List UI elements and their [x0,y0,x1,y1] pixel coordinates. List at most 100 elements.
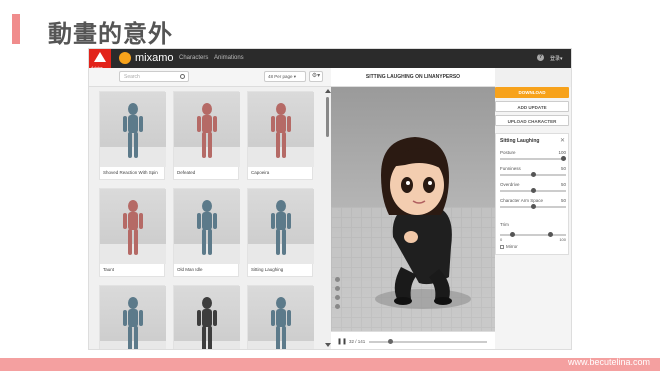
animation-card[interactable]: Old Man Idle [173,188,240,277]
mixamo-window: mixamo Characters Animations ? 登录▾ Adobe… [88,48,572,350]
parameter-value: 50 [560,198,566,203]
mixamo-logo[interactable]: mixamo [119,52,174,64]
3d-viewport[interactable] [331,87,495,331]
upload-character-button[interactable]: UPLOAD CHARACTER [495,115,569,126]
trim-end-handle[interactable] [548,232,553,237]
slider-track[interactable] [500,204,566,209]
animation-card[interactable]: Shoved Reaction With Spin [99,91,166,180]
per-page-select[interactable]: 48 Per page ▾ [264,71,306,82]
parameter-slider[interactable]: Funniness 50 [500,166,566,182]
animation-card[interactable]: Capoeira [247,91,314,180]
trim-label: Trim [500,222,509,227]
animation-thumbnail [100,92,166,167]
parameter-value: 50 [560,182,566,187]
grid-toggle-icon[interactable] [335,295,340,300]
timeline: ❚❚ 32 / 141 [331,331,495,349]
library-scrollbar[interactable] [325,89,331,349]
search-placeholder: Search [124,74,140,80]
parameter-name: Posture [500,150,516,155]
help-icon[interactable]: ? [537,54,544,61]
animation-thumbnail [174,286,240,349]
trim-slider[interactable]: Trim 0 100 [500,222,566,242]
camera-icon[interactable] [335,277,340,282]
nav-animations[interactable]: Animations [214,55,244,61]
parameter-value: 50 [560,166,566,171]
parameter-slider[interactable]: Overdrive 50 [500,182,566,198]
nav-characters[interactable]: Characters [179,55,208,61]
add-update-button[interactable]: ADD UPDATE [495,101,569,112]
parameter-slider[interactable]: Posture 100 [500,150,566,166]
slide-title: 動畫的意外 [48,20,173,48]
frame-counter: 32 / 141 [349,339,366,344]
zoom-icon[interactable] [335,286,340,291]
animation-card[interactable]: Sitting Laughing [247,188,314,277]
animation-thumbnail [248,189,314,264]
animation-grid: Shoved Reaction With Spin Defeated Capoeir… [99,91,321,349]
parameter-value: 100 [558,150,566,155]
skeleton-icon[interactable] [335,304,340,309]
animation-thumbnail [100,189,166,264]
checkbox-icon[interactable] [500,244,504,249]
animation-card[interactable] [247,285,314,349]
slider-handle[interactable] [561,156,566,161]
trim-track[interactable] [500,232,566,237]
character-figure [271,297,291,349]
mirror-checkbox[interactable]: Mirror [500,244,518,249]
slider-handle[interactable] [530,204,536,209]
slider-track[interactable] [500,156,566,161]
slider-handle[interactable] [530,172,536,177]
scroll-thumb[interactable] [326,97,329,137]
animation-thumbnail [174,92,240,167]
trim-start-handle[interactable] [510,232,515,237]
animation-card-label: Capoeira [251,170,270,175]
animation-card[interactable]: Taunt [99,188,166,277]
character-figure [123,200,143,255]
parameter-name: Character Arm Space [500,198,544,203]
character-figure [123,297,143,349]
properties-title: Sitting Laughing [500,138,540,144]
animation-card[interactable]: Defeated [173,91,240,180]
character-figure [271,200,291,255]
character-figure [197,200,217,255]
footer-url: www.becutelina.com [567,357,650,367]
animation-properties: Sitting Laughing ✕ Posture 100 Funniness 50… [495,133,569,255]
adobe-icon [94,52,106,62]
search-icon [180,74,185,79]
character-figure [197,297,217,349]
search-input[interactable]: Search [119,71,189,82]
parameter-name: Overdrive [500,182,520,187]
footer-band [0,358,660,371]
mixamo-logo-icon [119,52,131,64]
parameter-slider[interactable]: Character Arm Space 50 [500,198,566,214]
animation-card-label: Defeated [177,170,196,175]
viewport-header: SITTING LAUGHING ON LINANYPERSO [331,68,495,87]
animation-card-label: Sitting Laughing [251,267,284,272]
slide: 動畫的意外 mixamo Characters Animations ? 登录▾… [0,0,660,371]
brand-name: mixamo [135,52,174,64]
settings-button[interactable]: ⚙▾ [309,71,323,82]
viewport-tools [335,277,341,313]
title-accent-bar [12,14,20,44]
character-figure [197,103,217,158]
slider-handle[interactable] [530,188,536,193]
download-button[interactable]: DOWNLOAD [495,87,569,98]
library-toolbar: Search 48 Per page ▾ ⚙▾ [89,68,331,87]
character-figure [271,103,291,158]
animation-card[interactable] [99,285,166,349]
animation-thumbnail [100,286,166,349]
settings-panel: DOWNLOAD ADD UPDATE UPLOAD CHARACTER Sit… [495,87,571,349]
slider-track[interactable] [500,172,566,177]
user-menu[interactable]: 登录▾ [550,55,563,62]
animation-card-label: Shoved Reaction With Spin [103,170,158,175]
animation-card[interactable] [173,285,240,349]
timeline-scrubber[interactable] [388,339,394,344]
timeline-track[interactable] [369,339,487,344]
animation-thumbnail [248,92,314,167]
close-icon[interactable]: ✕ [560,137,565,144]
trim-end-value: 100 [559,237,566,242]
animation-thumbnail [174,189,240,264]
pause-icon[interactable]: ❚❚ [337,338,347,345]
character-figure [123,103,143,158]
slider-track[interactable] [500,188,566,193]
animation-card-label: Old Man Idle [177,267,203,272]
